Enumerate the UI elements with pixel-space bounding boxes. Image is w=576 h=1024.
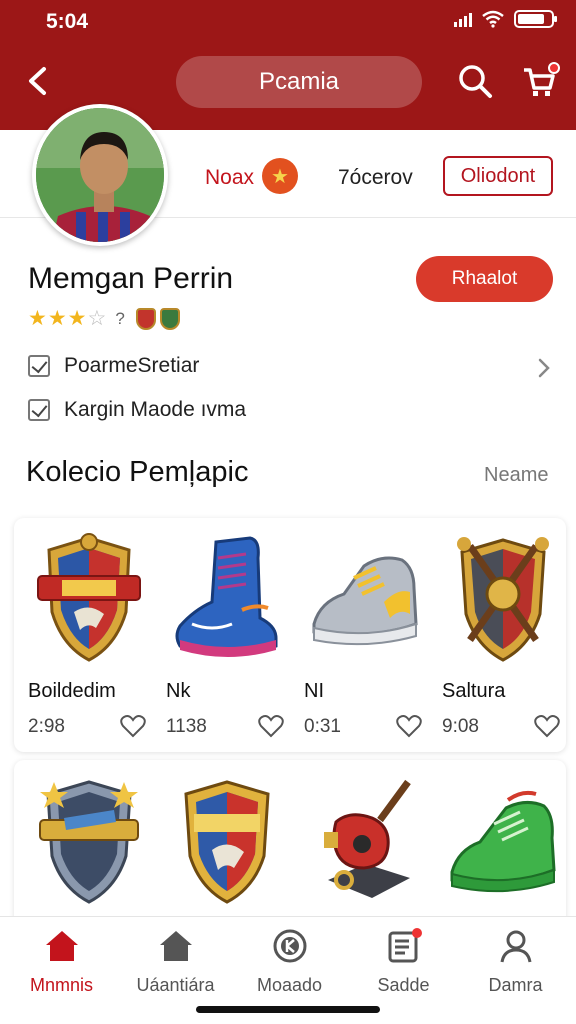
shield-badge-icon: [184, 780, 270, 904]
nav-label: Uáantiára: [136, 975, 215, 995]
news-icon: [388, 928, 422, 963]
checklist-item[interactable]: Kargin Maode ıvma: [28, 398, 246, 422]
back-button[interactable]: [18, 60, 58, 102]
primary-action-button[interactable]: Rhaalot: [416, 256, 553, 302]
notification-dot: [548, 62, 560, 74]
nav-item-news[interactable]: Sadde: [346, 927, 461, 996]
item-price: 9:08: [442, 716, 479, 737]
guitar-trophy-icon: [324, 779, 411, 898]
club-badge-icon: [159, 307, 180, 330]
outline-action-button[interactable]: Oliodont: [443, 156, 553, 196]
wifi-icon: [482, 10, 504, 28]
nav-label: Sadde: [377, 975, 430, 995]
star-icon: ★: [67, 307, 87, 330]
collection-card: Boildedim 2:98 Nk 1138 NI 0:31 Saltura 9…: [14, 518, 566, 752]
star-empty-icon: ☆: [87, 307, 107, 330]
cart-button[interactable]: [518, 60, 560, 102]
checklist-label: PoarmeSretiar: [64, 354, 200, 377]
mode-icon: [273, 929, 306, 963]
shield-badge-icon: [457, 537, 549, 662]
nav-item-mode[interactable]: Moaado: [232, 927, 347, 996]
shield-badge-icon: [39, 780, 139, 904]
item-price: 2:98: [28, 716, 65, 737]
nav-item-profile[interactable]: Damra: [458, 927, 573, 996]
collection-title: Kolecio Pemļapic: [26, 456, 249, 488]
heart-icon[interactable]: [396, 714, 422, 738]
collection-item[interactable]: [152, 760, 290, 930]
collection-item[interactable]: Boildedim 2:98: [14, 518, 152, 752]
collection-item[interactable]: [14, 760, 152, 930]
checkbox-icon[interactable]: [28, 399, 50, 421]
player-avatar[interactable]: [32, 104, 168, 246]
collection-see-all-link[interactable]: Neame: [484, 464, 548, 487]
item-name: Nk: [166, 680, 191, 702]
item-price: 1138: [166, 716, 207, 737]
sneaker-icon: [175, 536, 278, 657]
home-icon: [45, 931, 78, 961]
item-name: NI: [304, 680, 324, 702]
heart-icon[interactable]: [120, 714, 146, 738]
player-rating: ★ ★ ★ ☆ ?: [28, 306, 183, 331]
checkbox-icon[interactable]: [28, 355, 50, 377]
star-icon: ★: [28, 307, 47, 330]
nav-label: Mnmnis: [29, 975, 93, 995]
collection-item[interactable]: NI 0:31: [290, 518, 428, 752]
home-icon: [159, 931, 192, 961]
status-bar: 5:04: [0, 0, 576, 44]
stat-label: 7ócerov: [338, 166, 413, 189]
rating-number: ?: [115, 308, 125, 328]
collection-item[interactable]: [290, 760, 428, 930]
item-price: 0:31: [304, 716, 341, 737]
status-time: 5:04: [46, 10, 89, 33]
club-badge-icon: [135, 307, 156, 330]
sneaker-icon: [450, 790, 556, 893]
collection-item[interactable]: [428, 760, 566, 930]
nav-label: Moaado: [256, 975, 323, 995]
player-name: Memgan Perrin: [28, 262, 234, 295]
nav-item-store[interactable]: Uáantiára: [118, 927, 233, 996]
heart-icon[interactable]: [258, 714, 284, 738]
collection-item[interactable]: Saltura 9:08: [428, 518, 566, 752]
status-icons: [454, 10, 557, 28]
player-portrait-icon: [36, 108, 164, 242]
star-icon: ★: [47, 307, 67, 330]
sneaker-icon: [312, 556, 418, 646]
collection-item[interactable]: Nk 1138: [152, 518, 290, 752]
home-indicator: [196, 1006, 380, 1013]
chevron-right-icon[interactable]: [534, 356, 554, 380]
item-name: Boildedim: [28, 680, 116, 702]
signal-icon: [454, 11, 472, 27]
battery-icon: [514, 10, 557, 28]
collection-card: [14, 760, 566, 930]
checklist-item[interactable]: PoarmeSretiar: [28, 354, 199, 378]
heart-icon[interactable]: [534, 714, 560, 738]
nav-item-home[interactable]: Mnmnis: [4, 927, 119, 996]
page-title: Pcamia: [176, 56, 422, 108]
nav-label: Damra: [488, 975, 543, 995]
profile-icon: [500, 930, 531, 963]
search-button[interactable]: [454, 60, 496, 102]
item-name: Saltura: [442, 680, 506, 702]
checklist-label: Kargin Maode ıvma: [64, 398, 247, 421]
coins-label: Noax: [205, 166, 255, 189]
shield-badge-icon: [37, 533, 141, 662]
coin-icon: ★: [262, 158, 298, 194]
